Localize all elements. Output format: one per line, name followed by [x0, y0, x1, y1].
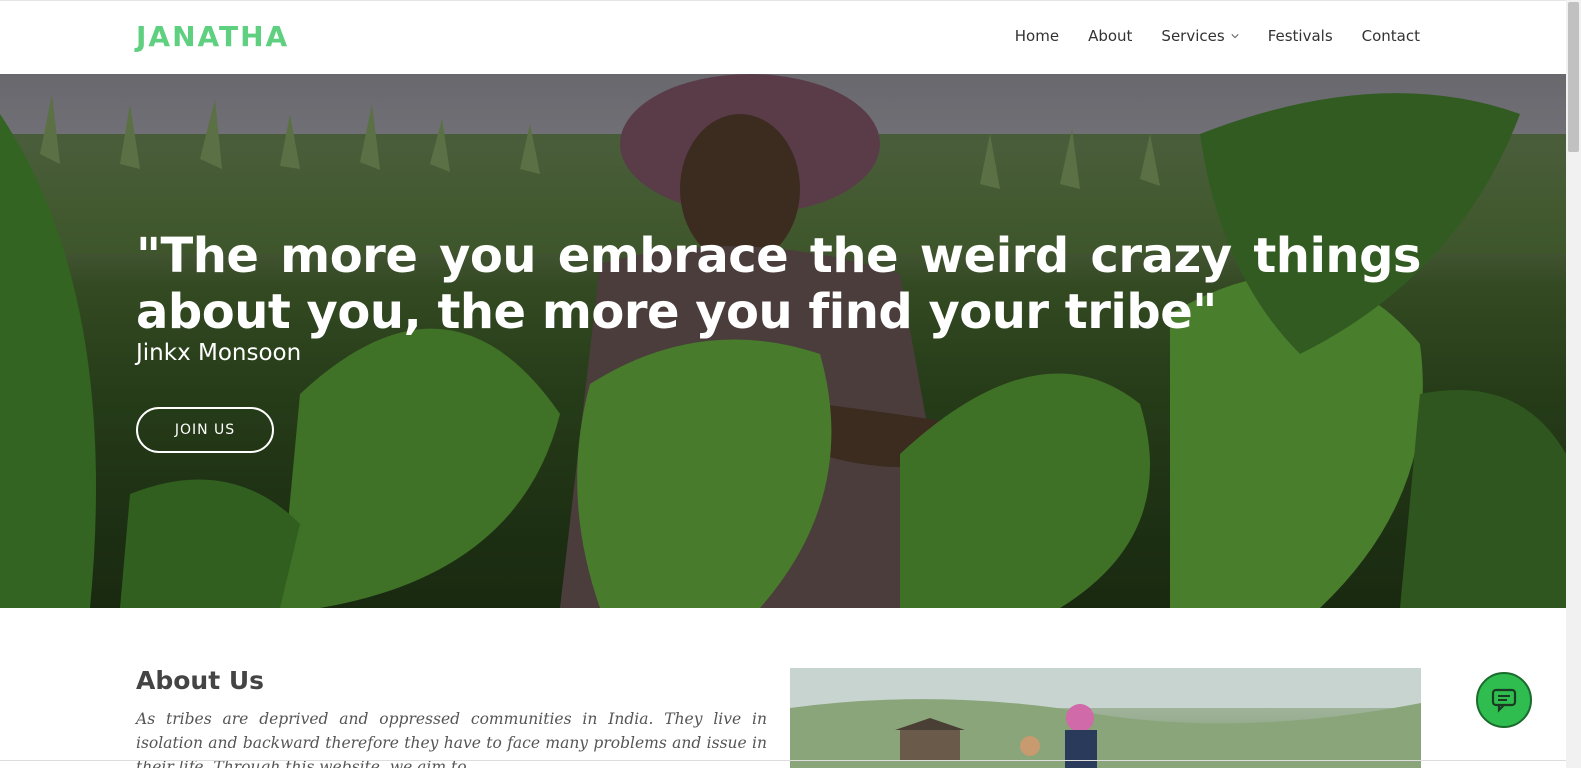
nav-contact[interactable]: Contact — [1362, 27, 1420, 45]
nav-services-label: Services — [1161, 27, 1225, 45]
nav-festivals[interactable]: Festivals — [1268, 27, 1333, 45]
nav-services[interactable]: Services — [1161, 27, 1239, 45]
about-image-graphic — [790, 668, 1421, 768]
chat-icon — [1491, 688, 1517, 713]
scrollbar-thumb[interactable] — [1568, 2, 1579, 152]
chat-button[interactable] — [1476, 672, 1532, 728]
site-logo[interactable]: JANATHA — [136, 20, 289, 53]
main-nav: Home About Services Festivals Contact — [986, 27, 1420, 45]
page-divider — [0, 760, 1566, 761]
nav-home[interactable]: Home — [1015, 27, 1059, 45]
join-us-button[interactable]: JOIN US — [136, 407, 274, 453]
page-scrollbar[interactable] — [1566, 0, 1581, 768]
about-text: As tribes are deprived and oppressed com… — [136, 710, 767, 768]
hero-author: Jinkx Monsoon — [136, 340, 302, 366]
nav-festivals-label: Festivals — [1267, 27, 1333, 45]
hero-quote: "The more you embrace the weird crazy th… — [136, 228, 1422, 340]
chevron-down-icon — [1231, 34, 1239, 39]
site-header: JANATHA Home About Services Festivals Co… — [0, 0, 1566, 74]
nav-home-label: Home — [1014, 27, 1060, 45]
nav-contact-label: Contact — [1361, 27, 1420, 45]
about-title: About Us — [136, 666, 265, 695]
hero-section: "The more you embrace the weird crazy th… — [0, 74, 1566, 608]
nav-about[interactable]: About — [1088, 27, 1132, 45]
nav-about-label: About — [1088, 27, 1133, 45]
about-image — [790, 668, 1421, 768]
